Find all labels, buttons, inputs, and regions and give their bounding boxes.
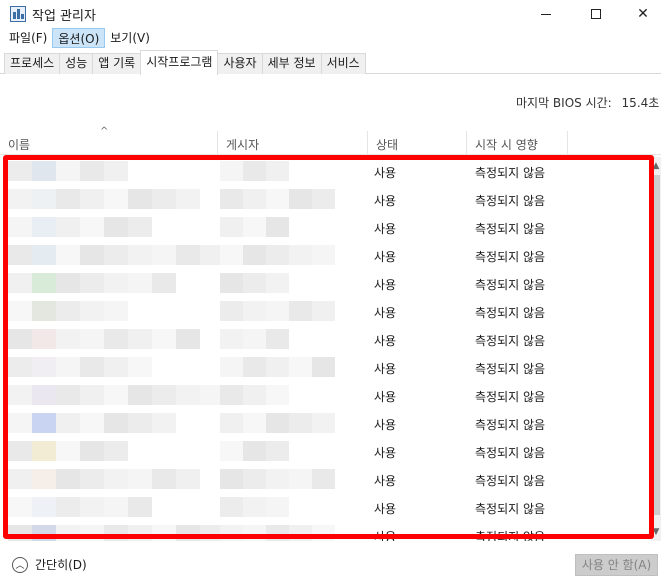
status-cell: 사용: [374, 166, 397, 180]
table-row[interactable]: 사용 측정되지 않음: [0, 269, 651, 297]
startup-impact-cell: 측정되지 않음: [475, 362, 546, 376]
title-bar: 작업 관리자 ✕: [0, 0, 661, 28]
table-row[interactable]: 사용 측정되지 않음: [0, 157, 651, 185]
chevron-up-circle-icon: ︿: [12, 556, 28, 573]
table-row[interactable]: 사용 측정되지 않음: [0, 465, 651, 493]
status-cell: 사용: [374, 362, 397, 376]
menu-options[interactable]: 옵션(O): [52, 28, 106, 48]
maximize-button[interactable]: [573, 0, 619, 28]
column-header: 이름 게시자 상태 시작 시 영향: [0, 131, 661, 155]
maximize-icon: [591, 9, 601, 19]
startup-impact-cell: 측정되지 않음: [475, 194, 546, 208]
table-row[interactable]: 사용 측정되지 않음: [0, 241, 651, 269]
status-cell: 사용: [374, 250, 397, 264]
table-row[interactable]: 사용 측정되지 않음: [0, 381, 651, 409]
bios-time-label: 마지막 BIOS 시간:: [516, 96, 612, 110]
fewer-details-button[interactable]: ︿ 간단히(D): [12, 556, 87, 573]
scroll-up-icon[interactable]: ▲: [651, 161, 661, 171]
menu-file[interactable]: 파일(F): [4, 28, 52, 48]
disable-button[interactable]: 사용 안 함(A): [575, 554, 658, 576]
window-title: 작업 관리자: [32, 9, 96, 24]
column-publisher[interactable]: 게시자: [218, 131, 368, 155]
status-cell: 사용: [374, 446, 397, 460]
startup-impact-cell: 측정되지 않음: [475, 334, 546, 348]
task-manager-icon: [10, 6, 26, 22]
fewer-details-label: 간단히(D): [35, 558, 87, 572]
table-row[interactable]: 사용 측정되지 않음: [0, 325, 651, 353]
table-row[interactable]: 사용 측정되지 않음: [0, 437, 651, 465]
status-cell: 사용: [374, 306, 397, 320]
startup-impact-cell: 측정되지 않음: [475, 390, 546, 404]
close-button[interactable]: ✕: [620, 0, 661, 28]
table-row[interactable]: 사용 측정되지 않음: [0, 493, 651, 521]
status-cell: 사용: [374, 474, 397, 488]
status-cell: 사용: [374, 530, 397, 541]
minimize-icon: [541, 13, 551, 15]
column-startup-impact[interactable]: 시작 시 영향: [467, 131, 568, 155]
status-cell: 사용: [374, 390, 397, 404]
bios-time: 마지막 BIOS 시간: 15.4초: [516, 94, 659, 111]
startup-impact-cell: 측정되지 않음: [475, 166, 546, 180]
column-name[interactable]: 이름: [0, 131, 218, 155]
table-row[interactable]: 사용 측정되지 않음: [0, 185, 651, 213]
startup-impact-cell: 측정되지 않음: [475, 418, 546, 432]
close-icon: ✕: [637, 6, 649, 22]
table-row[interactable]: 사용 측정되지 않음: [0, 521, 651, 541]
startup-impact-cell: 측정되지 않음: [475, 250, 546, 264]
tab-startup[interactable]: 시작프로그램: [140, 50, 219, 75]
table-row[interactable]: 사용 측정되지 않음: [0, 213, 651, 241]
table-row[interactable]: 사용 측정되지 않음: [0, 409, 651, 437]
minimize-button[interactable]: [523, 0, 569, 28]
startup-impact-cell: 측정되지 않음: [475, 474, 546, 488]
tab-app-history[interactable]: 앱 기록: [92, 53, 142, 74]
tab-performance[interactable]: 성능: [59, 53, 94, 74]
table-row[interactable]: 사용 측정되지 않음: [0, 353, 651, 381]
menu-bar: 파일(F) 옵션(O) 보기(V): [0, 28, 661, 48]
startup-impact-cell: 측정되지 않음: [475, 530, 546, 541]
tab-services[interactable]: 서비스: [320, 53, 366, 74]
column-status[interactable]: 상태: [368, 131, 467, 155]
tab-users[interactable]: 사용자: [217, 53, 263, 74]
status-cell: 사용: [374, 334, 397, 348]
startup-impact-cell: 측정되지 않음: [475, 306, 546, 320]
tab-strip: 프로세스 성능 앱 기록 시작프로그램 사용자 세부 정보 서비스: [0, 50, 661, 75]
startup-impact-cell: 측정되지 않음: [475, 446, 546, 460]
menu-view[interactable]: 보기(V): [105, 28, 155, 48]
status-cell: 사용: [374, 418, 397, 432]
table-row[interactable]: 사용 측정되지 않음: [0, 297, 651, 325]
tab-details[interactable]: 세부 정보: [261, 53, 322, 74]
status-cell: 사용: [374, 222, 397, 236]
scrollbar-thumb[interactable]: [652, 175, 660, 515]
bios-time-value: 15.4초: [621, 96, 660, 110]
status-cell: 사용: [374, 278, 397, 292]
footer: ︿ 간단히(D) 사용 안 함(A): [0, 550, 661, 585]
status-cell: 사용: [374, 502, 397, 516]
startup-impact-cell: 측정되지 않음: [475, 222, 546, 236]
startup-list: 사용 측정되지 않음 사용 측정되지 않음 사용 측정되지 않음 사용 측정되지 않음 사용 측정…: [0, 157, 651, 541]
tab-processes[interactable]: 프로세스: [4, 53, 61, 74]
startup-impact-cell: 측정되지 않음: [475, 278, 546, 292]
vertical-scrollbar[interactable]: ▲ ▼: [651, 157, 661, 541]
status-cell: 사용: [374, 194, 397, 208]
scroll-down-icon[interactable]: ▼: [651, 527, 661, 537]
startup-impact-cell: 측정되지 않음: [475, 502, 546, 516]
